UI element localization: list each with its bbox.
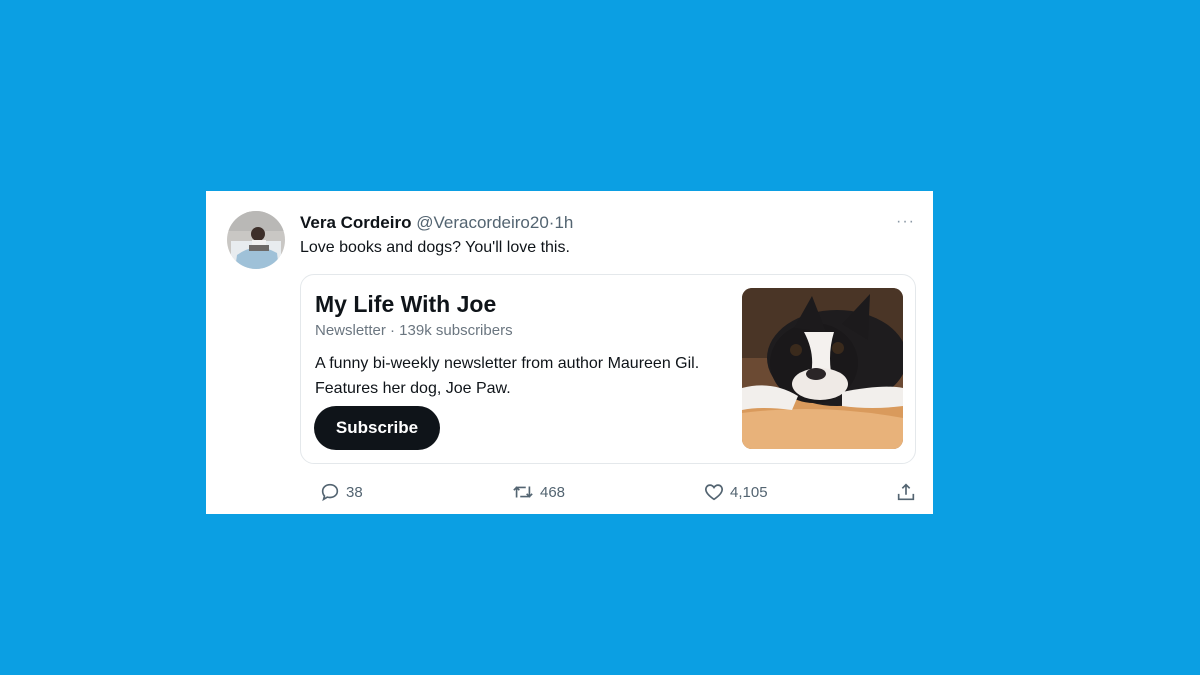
user-handle[interactable]: @Veracordeiro20 <box>416 213 549 232</box>
avatar[interactable] <box>227 211 285 269</box>
retweet-count: 468 <box>540 483 566 501</box>
like-icon[interactable] <box>703 481 725 503</box>
like-action[interactable]: 4,105 <box>703 481 768 503</box>
more-icon[interactable]: ··· <box>896 213 915 231</box>
newsletter-description: A funny bi-weekly newsletter from author… <box>315 355 700 397</box>
newsletter-card[interactable]: My Life With Joe Newsletter · 139k subsc… <box>300 274 916 464</box>
retweet-action[interactable]: 468 <box>511 481 565 503</box>
reply-icon[interactable] <box>319 481 341 503</box>
share-icon[interactable] <box>895 481 917 503</box>
newsletter-dog-image <box>742 288 903 449</box>
newsletter-meta: Newsletter · 139k subscribers <box>315 322 513 339</box>
newsletter-title: My Life With Joe <box>315 291 497 317</box>
tweet-text: Love books and dogs? You'll love this. <box>300 239 570 256</box>
tweet-card[interactable]: Vera Cordeiro @Veracordeiro20·1h ··· Lov… <box>206 191 933 514</box>
share-action[interactable] <box>895 481 917 503</box>
retweet-icon[interactable] <box>511 481 535 503</box>
reply-count: 38 <box>346 483 363 501</box>
tweet-actions: 38 468 4,105 <box>300 481 916 503</box>
reply-action[interactable]: 38 <box>319 481 363 503</box>
display-name[interactable]: Vera Cordeiro <box>300 213 412 232</box>
like-count: 4,105 <box>730 483 768 501</box>
subscribe-button[interactable]: Subscribe <box>314 406 440 450</box>
tweet-header: Vera Cordeiro @Veracordeiro20·1h <box>300 213 573 233</box>
timestamp[interactable]: 1h <box>554 213 573 232</box>
